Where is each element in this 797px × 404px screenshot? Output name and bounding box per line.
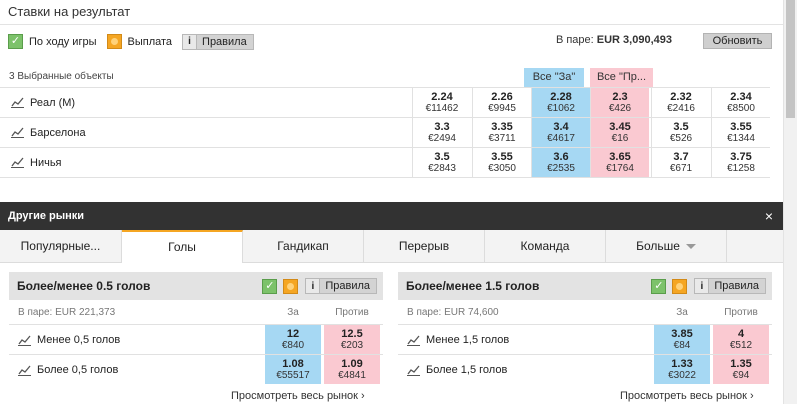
matched-pool: В паре: EUR 3,090,493 [555, 34, 672, 46]
chart-icon[interactable] [407, 334, 420, 346]
page-title: Ставки на результат [8, 4, 131, 19]
selections-count: 3 Выбранные объекты [9, 71, 114, 82]
view-full-market-link[interactable]: Просмотреть весь рынок › [620, 390, 754, 402]
tab-handicap[interactable]: Гандикап [243, 230, 364, 263]
tab-halftime[interactable]: Перерыв [364, 230, 485, 263]
selection-name: Менее 1,5 голов [426, 334, 510, 346]
back-price-cell[interactable]: 12 €840 [265, 325, 321, 354]
refresh-button[interactable]: Обновить [703, 33, 772, 49]
price-cell[interactable]: 3.4 €4617 [531, 118, 590, 147]
price-cell[interactable]: 3.35 €3711 [472, 118, 531, 147]
payout-toggle[interactable] [283, 278, 299, 294]
all-lay-button[interactable]: Все "Пр... [590, 68, 653, 87]
price-cell[interactable]: 2.32 €2416 [651, 88, 710, 117]
price-cell[interactable]: 2.26 €9945 [472, 88, 531, 117]
info-icon: i [695, 279, 710, 293]
market-row: Более 0,5 голов 1.08 €55517 1.09 €4841 [9, 354, 383, 384]
other-markets-header: Другие рынки × [0, 202, 783, 230]
chevron-down-icon [685, 244, 696, 250]
market-header: Более/менее 1.5 голов ✓ i Правила [398, 272, 772, 300]
close-icon[interactable]: × [765, 202, 773, 230]
scrollbar-thumb[interactable] [786, 0, 795, 118]
price-cell[interactable]: 3.75 €1258 [711, 148, 770, 177]
runner-row: Барселона 3.3 €2494 3.35 €3711 3.4 €4617 3.45 €1… [0, 117, 770, 147]
rules-button[interactable]: i Правила [694, 278, 766, 294]
options-bar: ✓ По ходу игры Выплата i Правила [8, 33, 254, 50]
back-price-cell[interactable]: 1.33 €3022 [654, 355, 710, 384]
price-cell[interactable]: 2.24 €11462 [412, 88, 471, 117]
price-cell[interactable]: 3.3 €2494 [412, 118, 471, 147]
tab-team[interactable]: Команда [485, 230, 606, 263]
in-play-label: По ходу игры [29, 35, 97, 48]
price-cell[interactable]: 3.6 €2535 [531, 148, 590, 177]
price-cell[interactable]: 3.5 €2843 [412, 148, 471, 177]
info-icon: i [306, 279, 321, 293]
price-cell[interactable]: 3.45 €16 [590, 118, 649, 147]
match-odds-panel: Ставки на результат ✓ По ходу игры Выпла… [0, 0, 783, 404]
chart-icon[interactable] [407, 364, 420, 376]
price-cell[interactable]: 3.65 €1764 [590, 148, 649, 177]
chart-icon[interactable] [18, 364, 31, 376]
tab-popular[interactable]: Популярные... [0, 230, 122, 263]
lay-price-cell[interactable]: 12.5 €203 [324, 325, 380, 354]
tab-goals[interactable]: Голы [122, 230, 243, 263]
lay-price-cell[interactable]: 1.35 €94 [713, 355, 769, 384]
price-cell[interactable]: 3.5 €526 [651, 118, 710, 147]
price-cell[interactable]: 3.55 €3050 [472, 148, 531, 177]
market-row: Более 1,5 голов 1.33 €3022 1.35 €94 [398, 354, 772, 384]
market-title[interactable]: Более/менее 0.5 голов [17, 279, 150, 293]
market-header: Более/менее 0.5 голов ✓ i Правила [9, 272, 383, 300]
runner-row: Ничья 3.5 €2843 3.55 €3050 3.6 €2535 3.65 €1764 3… [0, 147, 770, 177]
runner-name: Барселона [30, 127, 86, 139]
price-cell[interactable]: 3.55 €1344 [711, 118, 770, 147]
selection-name: Менее 0,5 голов [37, 334, 121, 346]
info-icon: i [183, 34, 198, 49]
chart-icon[interactable] [11, 156, 24, 168]
price-cell[interactable]: 2.3 €426 [590, 88, 649, 117]
market-card: Более/менее 1.5 голов ✓ i Правила В паре: EU… [398, 272, 772, 404]
back-price-cell[interactable]: 3.85 €84 [654, 325, 710, 354]
scrollbar[interactable] [783, 0, 797, 404]
tab-more[interactable]: Больше [606, 230, 727, 263]
selection-name: Более 0,5 голов [37, 364, 119, 376]
market-card: Более/менее 0.5 голов ✓ i Правила В паре: EU… [9, 272, 383, 404]
price-cell[interactable]: 2.34 €8500 [711, 88, 770, 117]
in-play-checkbox[interactable]: ✓ [8, 34, 23, 49]
payout-toggle[interactable] [106, 34, 122, 49]
market-tabs: Популярные... Голы Гандикап Перерыв Кома… [0, 230, 783, 263]
runner-row: Реал (М) 2.24 €11462 2.26 €9945 2.28 €1062 2.3 €… [0, 87, 770, 117]
all-back-button[interactable]: Все "За" [524, 68, 584, 87]
runner-name: Ничья [30, 157, 62, 169]
in-play-checkbox[interactable]: ✓ [262, 278, 278, 294]
rules-button[interactable]: i Правила [305, 278, 377, 294]
chart-icon[interactable] [11, 126, 24, 138]
market-pool: В паре: EUR 74,600 [407, 307, 499, 318]
payout-toggle[interactable] [672, 278, 688, 294]
chart-icon[interactable] [11, 96, 24, 108]
back-column-header: За [676, 307, 688, 318]
market-title[interactable]: Более/менее 1.5 голов [406, 279, 539, 293]
view-full-market-link[interactable]: Просмотреть весь рынок › [231, 390, 365, 402]
market-row: Менее 1,5 голов 3.85 €84 4 €512 [398, 324, 772, 354]
market-row: Менее 0,5 голов 12 €840 12.5 €203 [9, 324, 383, 354]
divider [0, 24, 783, 25]
market-pool: В паре: EUR 221,373 [18, 307, 116, 318]
lay-price-cell[interactable]: 1.09 €4841 [324, 355, 380, 384]
runner-name: Реал (М) [30, 97, 76, 109]
price-cell[interactable]: 3.7 €671 [651, 148, 710, 177]
back-column-header: За [287, 307, 299, 318]
rules-button[interactable]: i Правила [182, 33, 254, 50]
in-play-checkbox[interactable]: ✓ [651, 278, 667, 294]
lay-price-cell[interactable]: 4 €512 [713, 325, 769, 354]
back-price-cell[interactable]: 1.08 €55517 [265, 355, 321, 384]
price-cell[interactable]: 2.28 €1062 [531, 88, 590, 117]
selection-name: Более 1,5 голов [426, 364, 508, 376]
lay-column-header: Против [724, 307, 758, 318]
lay-column-header: Против [335, 307, 369, 318]
payout-label: Выплата [127, 35, 173, 48]
divider [0, 177, 770, 178]
chart-icon[interactable] [18, 334, 31, 346]
